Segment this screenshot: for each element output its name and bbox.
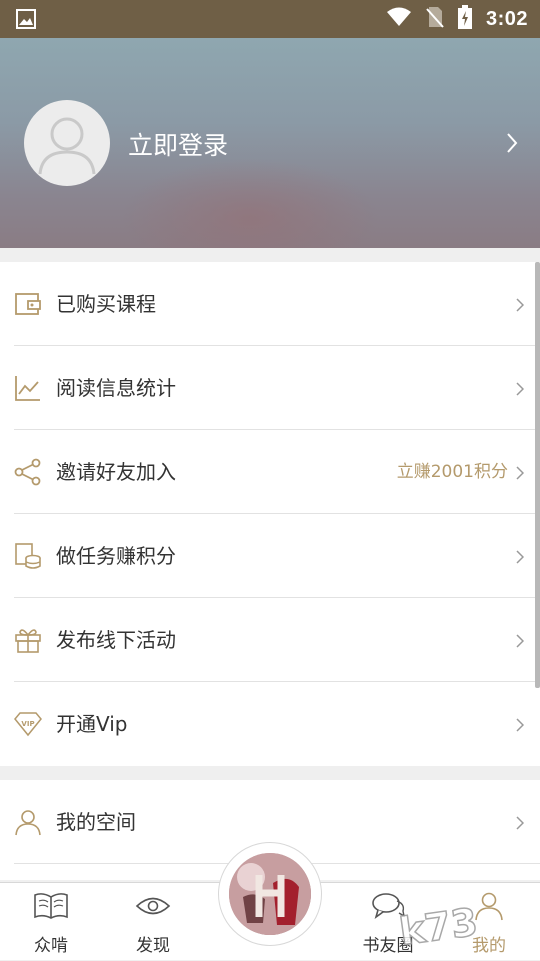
gift-icon (14, 626, 42, 654)
svg-text:VIP: VIP (21, 720, 34, 728)
section-gap (0, 248, 540, 262)
menu-item-open-vip[interactable]: VIP 开通Vip (0, 682, 540, 766)
svg-text:k73: k73 (397, 900, 481, 950)
tab-label: 众啃 (34, 936, 68, 956)
watermark-logo: k73 (392, 890, 532, 955)
menu-item-label: 做任务赚积分 (56, 544, 176, 568)
eye-icon (135, 891, 171, 921)
chevron-right-icon (516, 465, 525, 484)
points-reward-text: 立赚2001积分 (396, 462, 508, 482)
menu-item-label: 邀请好友加入 (56, 460, 176, 484)
login-link[interactable]: 立即登录 (128, 126, 228, 162)
tab-discover[interactable]: 发现 (108, 883, 198, 961)
menu-list: 已购买课程 阅读信息统计 邀请好友加入 立赚2001积分 做任务赚积分 发布线下… (0, 262, 540, 766)
status-bar: 3:02 (0, 0, 540, 38)
chart-line-icon (14, 374, 42, 402)
user-icon (14, 808, 42, 836)
tab-label: 发现 (136, 936, 170, 956)
menu-item-reading-stats[interactable]: 阅读信息统计 (0, 346, 540, 430)
menu-item-purchased-courses[interactable]: 已购买课程 (0, 262, 540, 346)
menu-item-tasks-earn-points[interactable]: 做任务赚积分 (0, 514, 540, 598)
menu-item-label: 发布线下活动 (56, 628, 176, 652)
center-logo-image (229, 853, 311, 935)
no-sim-icon (426, 6, 444, 32)
wifi-icon (386, 7, 412, 31)
section-gap (0, 766, 540, 780)
status-time: 3:02 (485, 7, 528, 30)
chevron-right-icon (506, 132, 518, 158)
chevron-right-icon (516, 297, 525, 316)
menu-item-publish-offline-event[interactable]: 发布线下活动 (0, 598, 540, 682)
tab-zhongken[interactable]: 众啃 (6, 883, 96, 961)
chevron-right-icon (516, 549, 525, 568)
vip-diamond-icon: VIP (14, 710, 42, 738)
menu-item-invite-friends[interactable]: 邀请好友加入 立赚2001积分 (0, 430, 540, 514)
avatar[interactable] (24, 100, 110, 186)
scrollbar[interactable] (535, 262, 540, 688)
share-icon (14, 458, 42, 486)
image-notification-icon (16, 9, 36, 29)
default-avatar-icon (38, 117, 96, 175)
chevron-right-icon (516, 381, 525, 400)
menu-item-label: 已购买课程 (56, 292, 156, 316)
center-home-button[interactable] (218, 842, 322, 946)
menu-item-label: 开通Vip (56, 712, 128, 736)
chevron-right-icon (516, 717, 525, 736)
menu-item-label: 阅读信息统计 (56, 376, 176, 400)
wallet-icon (14, 290, 42, 318)
menu-item-label: 我的空间 (56, 810, 136, 834)
battery-charging-icon (457, 5, 472, 33)
book-icon (33, 891, 69, 921)
profile-header[interactable]: 立即登录 (0, 38, 540, 248)
chevron-right-icon (516, 633, 525, 652)
coins-icon (14, 542, 42, 570)
chevron-right-icon (516, 815, 525, 834)
